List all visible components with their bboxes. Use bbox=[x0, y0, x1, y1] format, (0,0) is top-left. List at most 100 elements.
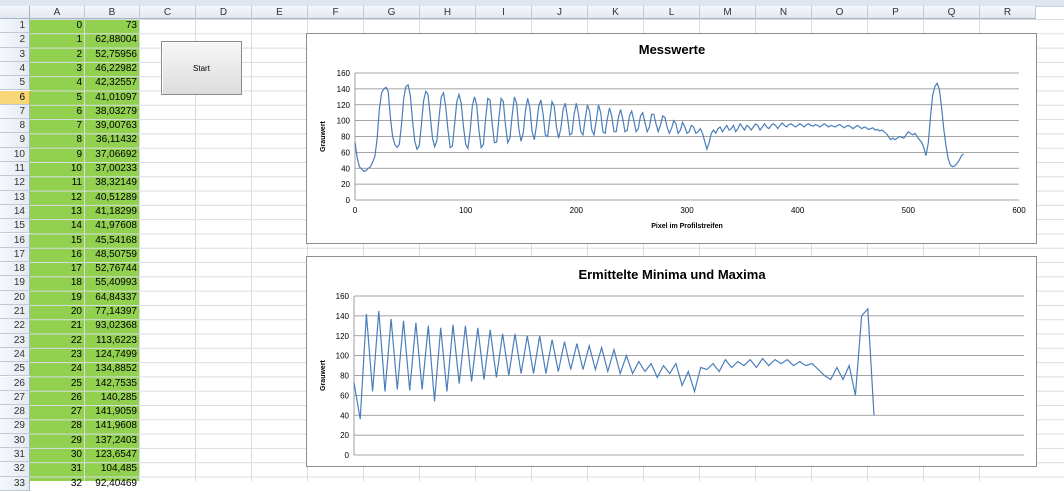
row-header-28[interactable]: 28 bbox=[0, 405, 30, 420]
column-header-a[interactable]: A bbox=[30, 6, 85, 19]
cell-a4[interactable]: 3 bbox=[30, 62, 85, 77]
cell-b17[interactable]: 48,50759 bbox=[85, 248, 140, 263]
row-header-19[interactable]: 19 bbox=[0, 276, 30, 291]
cell-a27[interactable]: 26 bbox=[30, 391, 85, 406]
column-header-l[interactable]: L bbox=[644, 6, 700, 19]
column-header-q[interactable]: Q bbox=[924, 6, 980, 19]
cell-a13[interactable]: 12 bbox=[30, 191, 85, 206]
cell-b14[interactable]: 41,18299 bbox=[85, 205, 140, 220]
row-header-14[interactable]: 14 bbox=[0, 204, 30, 220]
cell-b8[interactable]: 39,00763 bbox=[85, 119, 140, 134]
row-header-20[interactable]: 20 bbox=[0, 290, 30, 305]
row-header-21[interactable]: 21 bbox=[0, 305, 30, 320]
cell-a7[interactable]: 6 bbox=[30, 105, 85, 120]
cell-a32[interactable]: 31 bbox=[30, 462, 85, 477]
cell-a9[interactable]: 8 bbox=[30, 133, 85, 148]
cell-b25[interactable]: 134,8852 bbox=[85, 362, 140, 377]
column-header-p[interactable]: P bbox=[868, 6, 924, 19]
cell-b15[interactable]: 41,97608 bbox=[85, 219, 140, 234]
cell-a5[interactable]: 4 bbox=[30, 76, 85, 91]
cell-a10[interactable]: 9 bbox=[30, 148, 85, 163]
cell-b6[interactable]: 41,01097 bbox=[85, 91, 140, 106]
cell-b23[interactable]: 113,6223 bbox=[85, 334, 140, 349]
cell-a2[interactable]: 1 bbox=[30, 33, 85, 48]
start-button[interactable]: Start bbox=[161, 41, 242, 95]
cell-b13[interactable]: 40,51289 bbox=[85, 191, 140, 206]
row-header-18[interactable]: 18 bbox=[0, 262, 30, 277]
row-header-1[interactable]: 1 bbox=[0, 19, 30, 34]
cell-a22[interactable]: 21 bbox=[30, 319, 85, 334]
cell-b11[interactable]: 37,00233 bbox=[85, 162, 140, 177]
cell-b16[interactable]: 45,54168 bbox=[85, 234, 140, 249]
cell-a3[interactable]: 2 bbox=[30, 48, 85, 63]
cell-b22[interactable]: 93,02368 bbox=[85, 319, 140, 334]
row-header-6[interactable]: 6 bbox=[0, 90, 30, 105]
row-header-22[interactable]: 22 bbox=[0, 319, 30, 334]
cell-a25[interactable]: 24 bbox=[30, 362, 85, 377]
row-header-4[interactable]: 4 bbox=[0, 61, 30, 77]
row-header-13[interactable]: 13 bbox=[0, 190, 30, 205]
cell-a1[interactable]: 0 bbox=[30, 19, 85, 34]
cell-a30[interactable]: 29 bbox=[30, 434, 85, 449]
cell-a21[interactable]: 20 bbox=[30, 305, 85, 320]
cell-a19[interactable]: 18 bbox=[30, 276, 85, 291]
cell-b29[interactable]: 141,9608 bbox=[85, 419, 140, 434]
cell-a26[interactable]: 25 bbox=[30, 377, 85, 392]
cell-b20[interactable]: 64,84337 bbox=[85, 291, 140, 306]
row-header-29[interactable]: 29 bbox=[0, 419, 30, 434]
row-header-16[interactable]: 16 bbox=[0, 233, 30, 248]
chart-messwerte[interactable]: Messwerte 0 20 40 60 80 100 120 140 160 Grauwert 0 1… bbox=[306, 33, 1037, 244]
cell-a8[interactable]: 7 bbox=[30, 119, 85, 134]
cell-a14[interactable]: 13 bbox=[30, 205, 85, 220]
column-header-e[interactable]: E bbox=[252, 6, 308, 19]
cell-a31[interactable]: 30 bbox=[30, 448, 85, 463]
column-header-g[interactable]: G bbox=[364, 6, 420, 19]
cell-a20[interactable]: 19 bbox=[30, 291, 85, 306]
cell-b24[interactable]: 124,7499 bbox=[85, 348, 140, 363]
row-header-24[interactable]: 24 bbox=[0, 347, 30, 363]
cell-b9[interactable]: 36,11432 bbox=[85, 133, 140, 148]
cell-a12[interactable]: 11 bbox=[30, 176, 85, 191]
column-header-m[interactable]: M bbox=[700, 6, 756, 19]
row-header-26[interactable]: 26 bbox=[0, 376, 30, 391]
cell-b5[interactable]: 42,32557 bbox=[85, 76, 140, 91]
cell-a24[interactable]: 23 bbox=[30, 348, 85, 363]
cell-b33[interactable]: 92,40469 bbox=[85, 477, 140, 492]
row-header-2[interactable]: 2 bbox=[0, 33, 30, 48]
row-header-12[interactable]: 12 bbox=[0, 176, 30, 191]
cell-b7[interactable]: 38,03279 bbox=[85, 105, 140, 120]
cell-b27[interactable]: 140,285 bbox=[85, 391, 140, 406]
cell-a16[interactable]: 15 bbox=[30, 234, 85, 249]
cell-b19[interactable]: 55,40993 bbox=[85, 276, 140, 291]
column-header-c[interactable]: C bbox=[140, 6, 196, 19]
row-header-9[interactable]: 9 bbox=[0, 133, 30, 148]
row-header-7[interactable]: 7 bbox=[0, 104, 30, 120]
row-header-8[interactable]: 8 bbox=[0, 119, 30, 134]
cell-a23[interactable]: 22 bbox=[30, 334, 85, 349]
cell-b32[interactable]: 104,485 bbox=[85, 462, 140, 477]
row-header-15[interactable]: 15 bbox=[0, 219, 30, 234]
cell-b30[interactable]: 137,2403 bbox=[85, 434, 140, 449]
column-header-h[interactable]: H bbox=[420, 6, 476, 19]
cell-a28[interactable]: 27 bbox=[30, 405, 85, 420]
row-header-10[interactable]: 10 bbox=[0, 147, 30, 162]
column-header-r[interactable]: R bbox=[980, 6, 1036, 19]
chart-minima-maxima[interactable]: Ermittelte Minima und Maxima 0 20 40 60 80 100… bbox=[306, 256, 1037, 467]
cell-b12[interactable]: 38,32149 bbox=[85, 176, 140, 191]
column-header-k[interactable]: K bbox=[588, 6, 644, 19]
cell-b2[interactable]: 62,88004 bbox=[85, 33, 140, 48]
column-header-b[interactable]: B bbox=[85, 6, 140, 19]
select-all-corner[interactable] bbox=[0, 6, 30, 19]
row-header-17[interactable]: 17 bbox=[0, 247, 30, 263]
cell-b31[interactable]: 123,6547 bbox=[85, 448, 140, 463]
cell-b10[interactable]: 37,06692 bbox=[85, 148, 140, 163]
cell-b26[interactable]: 142,7535 bbox=[85, 377, 140, 392]
row-header-3[interactable]: 3 bbox=[0, 47, 30, 62]
column-header-n[interactable]: N bbox=[756, 6, 812, 19]
cell-b28[interactable]: 141,9059 bbox=[85, 405, 140, 420]
cell-a11[interactable]: 10 bbox=[30, 162, 85, 177]
cell-a6[interactable]: 5 bbox=[30, 91, 85, 106]
column-header-o[interactable]: O bbox=[812, 6, 868, 19]
cell-a15[interactable]: 14 bbox=[30, 219, 85, 234]
row-header-33[interactable]: 33 bbox=[0, 476, 30, 491]
